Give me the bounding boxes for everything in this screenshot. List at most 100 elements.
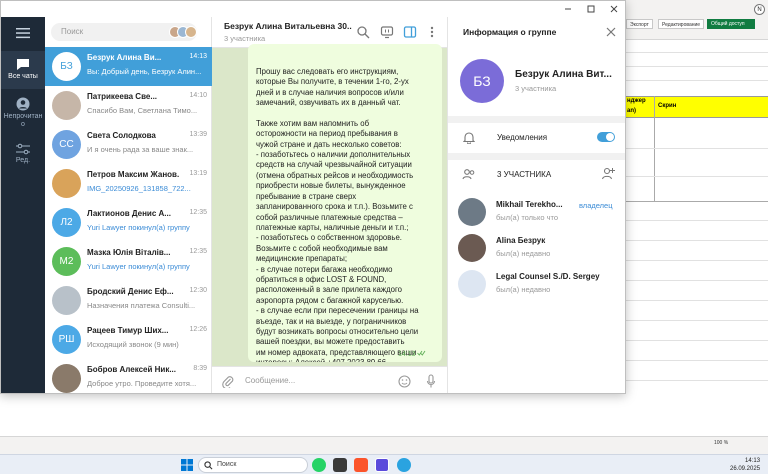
taskbar-search[interactable]: Поиск (198, 457, 308, 473)
window-title-bar (1, 1, 625, 17)
story-avatar[interactable] (185, 26, 197, 38)
chat-avatar (52, 169, 81, 198)
sidebar-toggle-icon[interactable] (403, 25, 417, 39)
chat-list-item[interactable]: БЗ Безрук Алина Ви... 14:13 Вы: Добрый день… (45, 47, 212, 86)
search-icon[interactable] (356, 25, 370, 39)
excel-gridline (626, 300, 768, 301)
excel-export-button[interactable]: Экспорт (626, 19, 653, 29)
message-input[interactable]: Сообщение... (245, 376, 295, 385)
brave-browser-icon[interactable] (354, 458, 368, 472)
chat-preview: Доброе утро. Проведите хотя... (87, 379, 197, 388)
close-window-icon[interactable] (609, 4, 619, 14)
folder-edit[interactable]: Ред. (1, 143, 45, 175)
windows-taskbar: Поиск 14:13 26.09.2025 (0, 454, 768, 474)
group-info-panel: Информация о группе БЗ Безрук Алина Вит.… (447, 17, 625, 393)
search-placeholder: Поиск (61, 27, 84, 36)
chat-name: Бродский Денис Еф... (87, 287, 174, 296)
excel-gridline (626, 280, 768, 281)
folder-all-chats[interactable]: Все чаты (1, 51, 45, 89)
attach-icon[interactable] (222, 375, 234, 388)
taskbar-clock[interactable]: 14:13 26.09.2025 (730, 457, 760, 473)
chat-preview: Исходящий звонок (9 мин) (87, 340, 179, 349)
chat-avatar (52, 286, 81, 315)
excel-gridline (626, 320, 768, 321)
notifications-toggle[interactable] (597, 132, 615, 142)
folder-unread[interactable]: Непрочитано (1, 95, 45, 135)
chat-list-item[interactable]: М2 Мазка Юлія Віталів... 12:35 Yuri Lawyer … (45, 242, 212, 281)
excel-share-button[interactable]: Общий доступ (707, 19, 755, 29)
chat-avatar: РШ (52, 325, 81, 354)
excel-gridline (626, 340, 768, 341)
chat-name: Лактионов Денис А... (87, 209, 171, 218)
microphone-icon[interactable] (426, 374, 436, 389)
excel-header-cell[interactable]: нджер (627, 98, 646, 104)
group-avatar[interactable]: БЗ (460, 59, 504, 103)
section-divider (448, 153, 625, 160)
chat-name: Петров Максим Жанов... (87, 170, 179, 179)
chat-avatar (52, 91, 81, 120)
add-member-icon[interactable] (601, 167, 615, 180)
excel-header-cell[interactable]: Скрин (658, 103, 676, 109)
folder-label: Все чаты (8, 73, 38, 80)
member-item[interactable]: Alina Безрук был(а) недавно (448, 231, 625, 265)
chat-preview: Вы: Добрый день, Безрук Алин... (87, 67, 202, 76)
message-time-text: 14:13 (398, 351, 416, 358)
clock-time: 14:13 (745, 458, 761, 464)
chat-list-item[interactable]: Петров Максим Жанов... 13:19 IMG_20250926_… (45, 164, 212, 203)
chat-bubble-icon (17, 59, 29, 70)
chat-list-item[interactable]: РШ Рацеев Тимур Ших... 12:26 Исходящий звон… (45, 320, 212, 359)
chat-preview: Yuri Lawyer покинул(а) группу (87, 262, 190, 271)
chat-list-item[interactable]: СС Света Солодкова 13:39 И я очень рада за … (45, 125, 212, 164)
members-icon (462, 169, 475, 180)
excel-table-body[interactable] (626, 118, 768, 202)
excel-gridline (626, 220, 768, 221)
chat-list-item[interactable]: Патрикеева Све... 14:10 Спасибо Вам, Светл… (45, 86, 212, 125)
chat-list-item[interactable]: Бродский Денис Еф... 12:30 Назначения плат… (45, 281, 212, 320)
excel-header-cell[interactable]: an) (627, 108, 636, 114)
telegram-icon[interactable] (397, 458, 411, 472)
chat-time: 8:39 (193, 365, 207, 372)
chat-name: Безрук Алина Ви... (87, 53, 162, 62)
taskbar-search-placeholder: Поиск (217, 461, 237, 468)
excel-gridline (626, 148, 768, 149)
close-icon[interactable] (606, 27, 616, 37)
member-item[interactable]: Legal Counsel S./D. Sergey был(а) недавно (448, 267, 625, 301)
member-name: Alina Безрук (496, 236, 546, 245)
chat-time: 12:35 (189, 209, 207, 216)
emoji-icon[interactable] (398, 375, 411, 388)
chat-preview: И я очень рада за ваше знак... (87, 145, 194, 154)
app-icon[interactable] (375, 458, 389, 472)
chat-avatar: Л2 (52, 208, 81, 237)
excel-status-bar (0, 436, 768, 454)
excel-edit-button[interactable]: Редактирование (658, 19, 705, 29)
chat-search-input[interactable]: Поиск (51, 23, 197, 41)
member-avatar (458, 198, 486, 226)
chat-name: Рацеев Тимур Ших... (87, 326, 169, 335)
excel-zoom-level[interactable]: 100 % (714, 440, 728, 446)
whatsapp-icon[interactable] (312, 458, 326, 472)
member-role: владелец (579, 201, 613, 210)
start-button[interactable] (180, 458, 194, 472)
chat-list-panel: Поиск БЗ Безрук Алина Ви... 14:13 Вы: Добры… (45, 17, 212, 393)
menu-icon[interactable] (16, 27, 30, 39)
chat-preview: Yuri Lawyer покинул(а) группу (87, 223, 190, 232)
chat-time: 13:39 (189, 131, 207, 138)
member-status: был(а) недавно (496, 249, 551, 258)
more-options-icon[interactable] (425, 25, 439, 39)
message-bubble[interactable]: Прошу вас следовать его инструкциям, кот… (248, 44, 442, 362)
sliders-icon (16, 143, 30, 155)
chat-name: Мазка Юлія Віталів... (87, 248, 171, 257)
excel-account-avatar[interactable]: N (754, 4, 765, 15)
live-stream-icon[interactable] (380, 25, 394, 39)
member-item[interactable]: Mikhail Terekho... был(а) только что владе… (448, 195, 625, 229)
telegram-window: Все чаты Непрочитано Ред. Поиск БЗ Безрук… (0, 0, 626, 394)
chat-list-item[interactable]: Л2 Лактионов Денис А... 12:35 Yuri Lawyer п… (45, 203, 212, 242)
minimize-icon[interactable] (563, 4, 573, 14)
maximize-icon[interactable] (586, 4, 596, 14)
chat-list-item[interactable]: Бобров Алексей Ник... 8:39 Доброе утро. Пр… (45, 359, 212, 393)
chat-time: 12:30 (189, 287, 207, 294)
chat-preview: Назначения платежа Consulti... (87, 301, 196, 310)
chat-time: 12:35 (189, 248, 207, 255)
chat-title[interactable]: Безрук Алина Витальевна 30.... (224, 21, 352, 31)
taskview-icon[interactable] (333, 458, 347, 472)
